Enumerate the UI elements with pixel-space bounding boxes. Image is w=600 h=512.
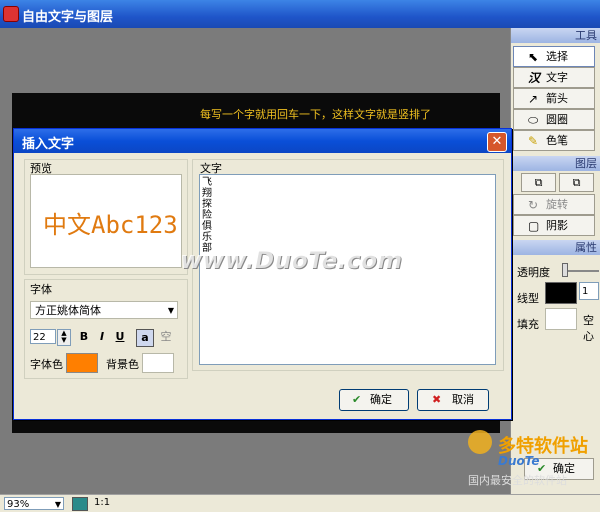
tool-text-button[interactable]: 汉 文字 — [513, 67, 595, 88]
tool-arrow-button[interactable]: ↗ 箭头 — [513, 88, 595, 109]
font-value: 方正姚体简体 — [35, 304, 101, 317]
opacity-slider[interactable] — [563, 270, 599, 272]
font-label: 字体 — [30, 283, 52, 296]
tool-pen-button[interactable]: ✎ 色笔 — [513, 130, 595, 151]
logo-brand: DuoTe — [498, 454, 540, 468]
tool-select-button[interactable]: ⬉ 选择 — [513, 46, 595, 67]
ok-button[interactable]: ✔ 确定 — [339, 389, 409, 411]
fg-color-swatch[interactable] — [66, 353, 98, 373]
logo-tagline: 国内最安全的软件站 — [468, 474, 567, 487]
opacity-slider-thumb[interactable] — [562, 263, 568, 277]
dialog-title: 插入文字 — [22, 137, 75, 152]
layers-section-title: 图层 — [511, 156, 600, 171]
pen-icon: ✎ — [528, 134, 539, 148]
ok-label: 确定 — [370, 393, 392, 406]
status-bar: 93% ▼ 1:1 — [0, 494, 600, 512]
send-backward-icon[interactable]: ⧉ — [559, 173, 594, 192]
opacity-label: 透明度 — [517, 266, 550, 279]
window-title: 自由文字与图层 — [22, 10, 114, 25]
text-input-value: 飞翔探险俱乐部 — [202, 177, 212, 254]
props-section-title: 属性 — [511, 240, 600, 255]
shadow-button[interactable]: ▢ 阴影 — [513, 215, 595, 236]
line-color-swatch[interactable] — [545, 282, 577, 304]
fg-color-label: 字体色 — [30, 358, 63, 371]
check-icon: ✔ — [352, 393, 362, 406]
preview-text: 中文Abc123 — [43, 211, 178, 239]
canvas-caption: 每写一个字就用回车一下，这样文字就是竖排了 — [200, 108, 431, 121]
rotate-button[interactable]: ↻ 旋转 — [513, 194, 595, 215]
tools-section-title: 工具 — [511, 28, 600, 43]
text-shadow-button[interactable]: 空 — [158, 329, 174, 345]
zoom-value: 93% — [7, 499, 30, 510]
app-icon — [3, 6, 19, 22]
underline-button[interactable]: U — [112, 329, 128, 345]
arrow-icon: ↗ — [528, 92, 539, 106]
shadow-label: 阴影 — [546, 219, 568, 232]
cancel-button[interactable]: ✖ 取消 — [417, 389, 489, 411]
watermark-text: www.DuoTe.com — [180, 246, 402, 274]
logo-mascot-icon — [468, 430, 492, 454]
tool-label: 圆圈 — [546, 113, 568, 126]
fill-mode-value[interactable]: 空心 — [583, 312, 600, 344]
tool-label: 文字 — [546, 71, 568, 84]
rotate-label: 旋转 — [546, 198, 568, 211]
cursor-icon: ⬉ — [528, 50, 539, 64]
tool-label: 箭头 — [546, 92, 568, 105]
linetype-label: 线型 — [517, 292, 539, 305]
bg-color-swatch[interactable] — [142, 353, 174, 373]
close-icon[interactable]: ✕ — [487, 132, 507, 152]
tool-label: 选择 — [546, 50, 568, 63]
duote-logo: 多特软件站 DuoTe 国内最安全的软件站 — [468, 430, 598, 490]
fill-label: 填充 — [517, 318, 539, 331]
font-size-input[interactable]: 22 — [30, 329, 56, 344]
italic-button[interactable]: I — [94, 329, 110, 345]
tool-label: 色笔 — [546, 134, 568, 147]
bring-forward-icon[interactable]: ⧉ — [521, 173, 556, 192]
preview-box: 中文Abc123 — [30, 174, 182, 268]
cancel-label: 取消 — [452, 393, 474, 406]
window-title-bar: 自由文字与图层 — [0, 0, 600, 28]
dialog-title-bar: 插入文字 ✕ — [14, 129, 511, 153]
fill-color-swatch[interactable] — [545, 308, 577, 330]
zoom-select[interactable]: 93% ▼ — [4, 497, 64, 510]
line-width-input[interactable]: 1 — [579, 282, 599, 300]
bold-button[interactable]: B — [76, 329, 92, 345]
insert-text-dialog: 插入文字 ✕ 预览 中文Abc123 字体 方正姚体简体 ▼ 22 ▲ ▼ B I… — [13, 128, 512, 420]
size-stepper-icon[interactable]: ▲ ▼ — [57, 329, 71, 346]
chevron-down-icon: ▼ — [54, 500, 61, 509]
fit-window-icon[interactable] — [72, 497, 88, 511]
tool-panel: 工具 ⬉ 选择 汉 文字 ↗ 箭头 ⬭ 圆圈 ✎ 色笔 图层 ⧉ ⧉ ↻ 旋转 … — [510, 28, 600, 494]
chevron-down-icon: ▼ — [167, 306, 174, 315]
outline-button[interactable]: a — [136, 329, 154, 347]
font-select[interactable]: 方正姚体简体 ▼ — [30, 301, 178, 319]
shadow-icon: ▢ — [528, 219, 540, 233]
bg-color-label: 背景色 — [106, 358, 139, 371]
tool-ellipse-button[interactable]: ⬭ 圆圈 — [513, 109, 595, 130]
text-tool-icon: 汉 — [528, 71, 541, 85]
ellipse-icon: ⬭ — [528, 113, 539, 127]
actual-size-button[interactable]: 1:1 — [94, 497, 110, 508]
x-icon: ✖ — [432, 393, 442, 406]
rotate-icon: ↻ — [528, 198, 539, 212]
